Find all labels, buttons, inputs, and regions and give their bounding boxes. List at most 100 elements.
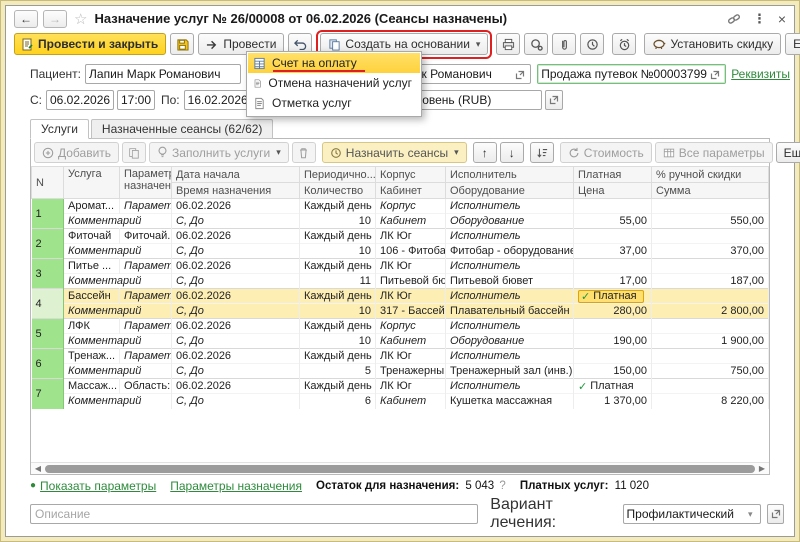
cell-quantity[interactable]: 10 (300, 304, 376, 319)
cell-price[interactable]: 150,00 (574, 364, 652, 379)
table-row-line2[interactable]: Комментарий С, До 10 Кабинет Оборудовани… (32, 334, 769, 349)
open-field-icon[interactable] (513, 67, 527, 81)
move-down-button[interactable]: ↓ (500, 142, 524, 163)
cell-paid[interactable]: ✓ (574, 229, 652, 244)
cell-date[interactable]: 06.02.2026 (172, 289, 300, 304)
row-number-cell[interactable]: 3 (32, 259, 64, 289)
cell-date[interactable]: 06.02.2026 (172, 199, 300, 214)
cell-cabinet[interactable]: Питьевой бю... (376, 274, 446, 289)
cell-sum[interactable]: 1 900,00 (652, 334, 769, 349)
cell-paid[interactable]: ✓Платная (574, 289, 652, 304)
cell-period[interactable]: Каждый день (300, 229, 376, 244)
header-equipment[interactable]: Оборудование (446, 183, 574, 199)
cell-param[interactable]: Параметр... (120, 319, 172, 334)
scrollbar-thumb[interactable] (45, 465, 755, 473)
cell-from-to[interactable]: С, До (172, 304, 300, 319)
cell-executor[interactable]: Исполнитель (446, 199, 574, 214)
cell-sum[interactable]: 750,00 (652, 364, 769, 379)
date-from-field[interactable]: 06.02.2026 (46, 90, 114, 110)
cell-service[interactable]: Тренаж... (64, 349, 120, 364)
cell-equipment[interactable]: Кушетка массажная (446, 394, 574, 409)
cell-equipment[interactable]: Плавательный бассейн (446, 304, 574, 319)
cell-discount[interactable] (652, 199, 769, 214)
cell-price[interactable]: 190,00 (574, 334, 652, 349)
treatment-select[interactable]: Профилактический ▾ (623, 504, 762, 524)
cell-sum[interactable]: 550,00 (652, 214, 769, 229)
cell-date[interactable]: 06.02.2026 (172, 229, 300, 244)
help-question-icon[interactable]: ? (499, 480, 505, 492)
cell-building[interactable]: ЛК Юг (376, 259, 446, 274)
get-link-icon[interactable] (727, 11, 741, 26)
details-link[interactable]: Реквизиты (731, 67, 790, 81)
cell-building[interactable]: Корпус (376, 319, 446, 334)
cell-cabinet[interactable]: Кабинет (376, 214, 446, 229)
cell-quantity[interactable]: 10 (300, 244, 376, 259)
cell-comment[interactable]: Комментарий (64, 244, 172, 259)
cell-executor[interactable]: Исполнитель (446, 289, 574, 304)
time-from-field[interactable]: 17:00 (117, 90, 155, 110)
cell-cabinet[interactable]: Кабинет (376, 334, 446, 349)
tab-services[interactable]: Услуги (30, 119, 89, 139)
delete-row-button[interactable] (292, 142, 316, 163)
copy-row-button[interactable] (122, 142, 146, 163)
cell-from-to[interactable]: С, До (172, 334, 300, 349)
cell-building[interactable]: ЛК Юг (376, 229, 446, 244)
cell-service[interactable]: Бассейн (64, 289, 120, 304)
assign-sessions-button[interactable]: Назначить сеансы ▾ (322, 142, 467, 163)
save-button[interactable] (170, 33, 194, 55)
table-row-line2[interactable]: Комментарий С, До 5 Тренажерны... Тренаж… (32, 364, 769, 379)
cell-param[interactable]: Параметр... (120, 289, 172, 304)
cell-discount[interactable] (652, 349, 769, 364)
cell-from-to[interactable]: С, До (172, 214, 300, 229)
cell-cabinet[interactable]: Тренажерны... (376, 364, 446, 379)
header-param[interactable]: Параметр назначени (120, 167, 172, 199)
cell-cabinet[interactable]: 317 - Бассей... (376, 304, 446, 319)
add-row-button[interactable]: Добавить (34, 142, 119, 163)
price-level-open-button[interactable] (545, 90, 563, 110)
cell-from-to[interactable]: С, До (172, 394, 300, 409)
cell-date[interactable]: 06.02.2026 (172, 259, 300, 274)
patient-field[interactable]: Лапин Марк Романович (85, 64, 241, 84)
all-params-button[interactable]: Все параметры (655, 142, 773, 163)
table-row-line1[interactable]: 3 Питье ... Параметр... 06.02.2026 Кажды… (32, 259, 769, 274)
scroll-left-icon[interactable]: ◀ (33, 464, 43, 474)
cell-building[interactable]: ЛК Юг (376, 289, 446, 304)
cell-sum[interactable]: 370,00 (652, 244, 769, 259)
table-row-line1[interactable]: 4 Бассейн Параметр... 06.02.2026 Каждый … (32, 289, 769, 304)
cell-paid[interactable]: ✓ (574, 319, 652, 334)
cell-param[interactable]: Параметр... (120, 259, 172, 274)
show-params-link[interactable]: Показать параметры (40, 479, 156, 493)
more-button[interactable]: Еще▾ (785, 33, 800, 55)
menu-item-cancel-services[interactable]: Отмена назначений услуг (248, 73, 420, 93)
cell-param[interactable]: Фиточай... (120, 229, 172, 244)
cell-discount[interactable] (652, 229, 769, 244)
cell-building[interactable]: Корпус (376, 199, 446, 214)
table-row-line2[interactable]: Комментарий С, До 11 Питьевой бю... Пить… (32, 274, 769, 289)
cell-quantity[interactable]: 10 (300, 334, 376, 349)
post-and-close-button[interactable]: Провести и закрыть (14, 33, 166, 55)
cell-price[interactable]: 280,00 (574, 304, 652, 319)
cell-equipment[interactable]: Оборудование (446, 214, 574, 229)
cell-from-to[interactable]: С, До (172, 244, 300, 259)
cell-paid[interactable]: ✓ (574, 349, 652, 364)
cell-equipment[interactable]: Тренажерный зал (инв.) (446, 364, 574, 379)
cell-quantity[interactable]: 6 (300, 394, 376, 409)
menu-item-mark-services[interactable]: Отметка услуг (248, 93, 420, 113)
timer-button[interactable] (612, 33, 636, 55)
header-date[interactable]: Дата начала (172, 167, 300, 183)
nav-forward-button[interactable]: → (43, 10, 67, 28)
nav-back-button[interactable]: ← (14, 10, 38, 28)
structure-button[interactable] (524, 33, 548, 55)
cell-paid[interactable]: ✓ (574, 199, 652, 214)
move-up-button[interactable]: ↑ (473, 142, 497, 163)
cell-comment[interactable]: Комментарий (64, 214, 172, 229)
cell-paid[interactable]: ✓ (574, 259, 652, 274)
cell-param[interactable]: Параметр... (120, 199, 172, 214)
cell-building[interactable]: ЛК Юг (376, 379, 446, 394)
cell-sum[interactable]: 2 800,00 (652, 304, 769, 319)
cost-button[interactable]: Стоимость (560, 142, 652, 163)
cell-service[interactable]: Питье ... (64, 259, 120, 274)
row-number-cell[interactable]: 4 (32, 289, 64, 319)
cell-price[interactable]: 1 370,00 (574, 394, 652, 409)
cell-param[interactable]: Область:... (120, 379, 172, 394)
